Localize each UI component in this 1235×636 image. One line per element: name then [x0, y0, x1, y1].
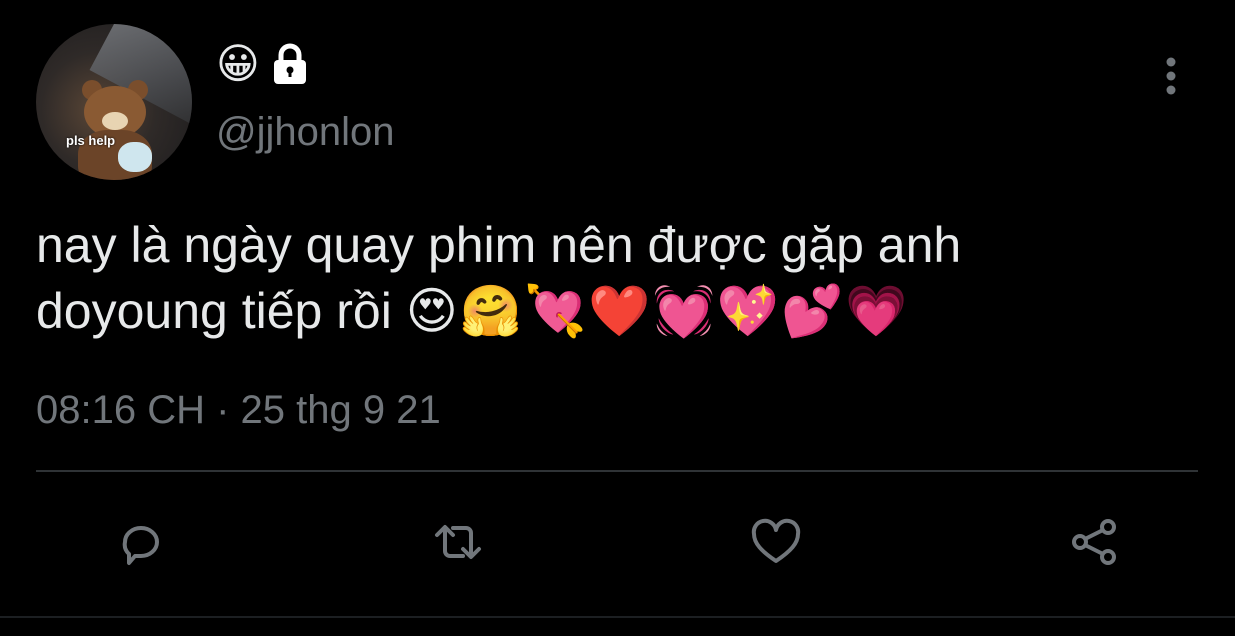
tweet-text-line-2: doyoung tiếp rồi 😍🤗💘❤️💓💖💕💗	[36, 278, 1196, 344]
divider	[36, 470, 1198, 472]
display-name[interactable]: 😀	[216, 38, 312, 90]
tweet-text: nay là ngày quay phim nên được gặp anh d…	[36, 212, 1196, 344]
more-vertical-icon[interactable]	[1156, 54, 1186, 98]
share-icon	[1072, 519, 1116, 565]
like-button[interactable]	[744, 510, 808, 574]
action-bar	[0, 510, 1235, 580]
tweet-detail: pls help 😀 @jjhonlon nay là ngày quay ph…	[0, 0, 1235, 636]
lock-icon	[273, 43, 306, 84]
avatar-caption: pls help	[66, 133, 116, 148]
tweet-emojis: 😍🤗💘❤️💓💖💕💗	[405, 282, 910, 340]
tweet-text-line-2-words: doyoung tiếp rồi	[36, 283, 392, 339]
display-name-emoji: 😀	[216, 39, 260, 88]
retweet-icon	[435, 525, 481, 559]
avatar[interactable]: pls help	[36, 24, 192, 180]
user-handle[interactable]: @jjhonlon	[216, 110, 395, 155]
bottom-divider	[0, 616, 1235, 618]
reply-icon	[122, 526, 159, 565]
retweet-button[interactable]	[426, 510, 490, 574]
share-button[interactable]	[1062, 510, 1126, 574]
tweet-text-line-1: nay là ngày quay phim nên được gặp anh	[36, 217, 962, 273]
reply-button[interactable]	[108, 510, 172, 574]
heart-icon	[751, 518, 801, 563]
tweet-timestamp[interactable]: 08:16 CH · 25 thg 9 21	[36, 388, 441, 433]
